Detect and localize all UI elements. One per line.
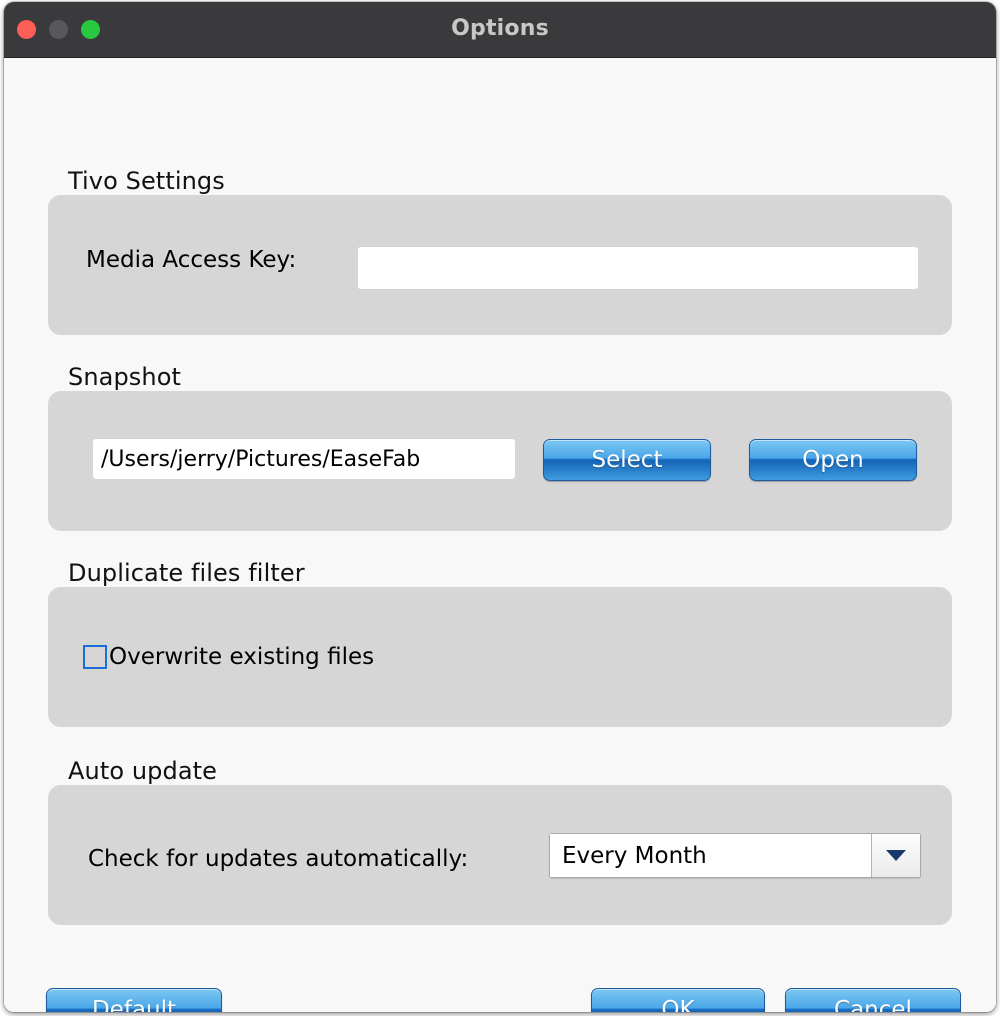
cancel-button[interactable]: Cancel [785,988,961,1012]
update-frequency-dropdown[interactable]: Every Month [549,833,921,878]
group-label-snapshot: Snapshot [68,363,181,391]
open-folder-button[interactable]: Open [749,439,917,481]
chevron-down-icon [886,850,906,861]
panel-duplicate-files-filter: Overwrite existing files [48,587,952,727]
options-window: Options Tivo Settings Media Access Key: … [4,2,996,1012]
group-label-auto-update: Auto update [68,757,218,785]
panel-auto-update: Check for updates automatically: Every M… [48,785,952,925]
overwrite-existing-files-row[interactable]: Overwrite existing files [83,644,374,670]
overwrite-existing-files-label: Overwrite existing files [109,644,375,670]
dialog-content: Tivo Settings Media Access Key: Snapshot… [4,58,996,1012]
group-label-duplicate-files-filter: Duplicate files filter [68,559,305,587]
update-frequency-arrow-button[interactable] [871,834,920,877]
check-for-updates-label: Check for updates automatically: [88,846,469,872]
default-button[interactable]: Default [46,988,222,1012]
media-access-key-input[interactable] [358,247,918,289]
group-label-tivo-settings: Tivo Settings [68,167,225,195]
ok-button[interactable]: OK [591,988,765,1012]
panel-tivo-settings: Media Access Key: [48,195,952,335]
window-titlebar: Options [4,2,996,58]
media-access-key-label: Media Access Key: [86,247,297,273]
window-title: Options [451,16,549,41]
panel-snapshot: /Users/jerry/Pictures/EaseFab Select Ope… [48,391,952,531]
snapshot-path-input[interactable]: /Users/jerry/Pictures/EaseFab [93,439,515,479]
overwrite-existing-files-checkbox[interactable] [83,645,107,669]
select-folder-button[interactable]: Select [543,439,711,481]
update-frequency-value: Every Month [550,834,871,877]
